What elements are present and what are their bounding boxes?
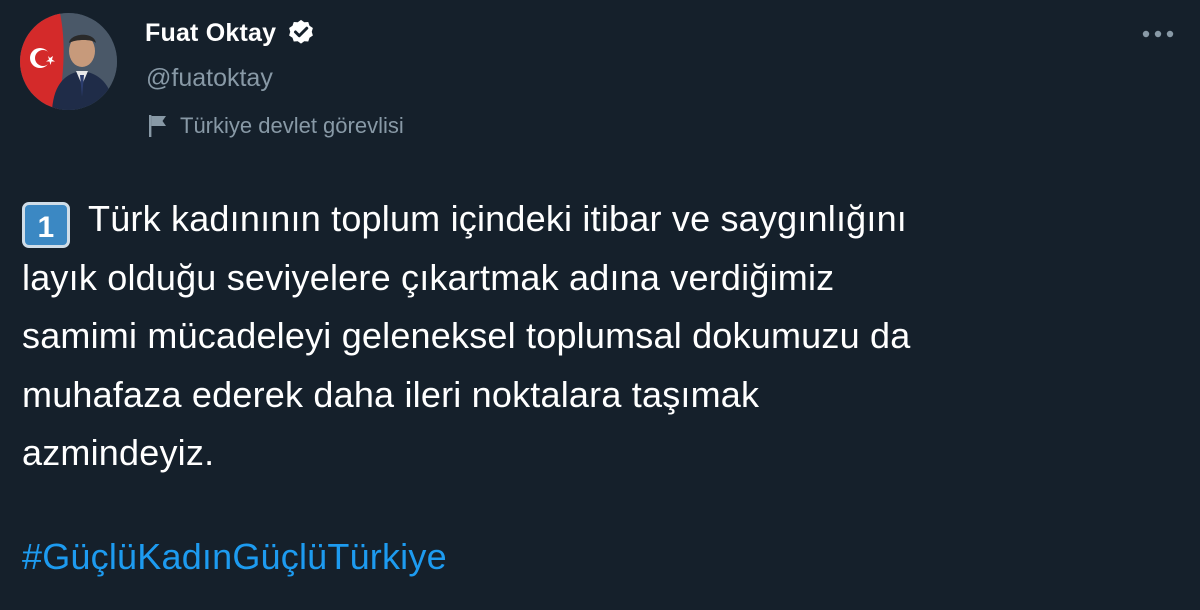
tweet-card: Fuat Oktay @fuatoktay Türkiye devlet gör…: [0, 0, 1200, 610]
tweet-line-text: Türk kadınının toplum içindeki itibar ve…: [88, 198, 908, 239]
flag-icon: [146, 113, 170, 139]
tweet-line: azmindeyiz.: [22, 432, 215, 473]
profile-photo: [20, 13, 117, 110]
author-name-row: Fuat Oktay: [145, 18, 316, 48]
more-options-button[interactable]: [1138, 20, 1178, 48]
tweet-line: samimi mücadeleyi geleneksel toplumsal d…: [22, 315, 911, 356]
avatar[interactable]: [20, 13, 117, 110]
hashtag-link[interactable]: #GüçlüKadınGüçlüTürkiye: [22, 536, 447, 578]
verified-badge-icon: [286, 18, 316, 48]
tweet-line: 1 Türk kadınının toplum içindeki itibar v…: [22, 190, 1182, 249]
more-horizontal-icon: [1142, 30, 1174, 38]
account-label: Türkiye devlet görevlisi: [146, 113, 404, 139]
account-label-text: Türkiye devlet görevlisi: [180, 113, 404, 138]
tweet-line: muhafaza ederek daha ileri noktalara taş…: [22, 373, 760, 415]
tweet-line: layık olduğu seviyelere çıkartmak adına …: [22, 256, 835, 298]
author-handle[interactable]: @fuatoktay: [146, 64, 273, 93]
keycap-one-emoji: 1: [22, 202, 70, 248]
tweet-text: 1 Türk kadınının toplum içindeki itibar v…: [22, 190, 1182, 483]
author-display-name[interactable]: Fuat Oktay: [145, 19, 276, 48]
